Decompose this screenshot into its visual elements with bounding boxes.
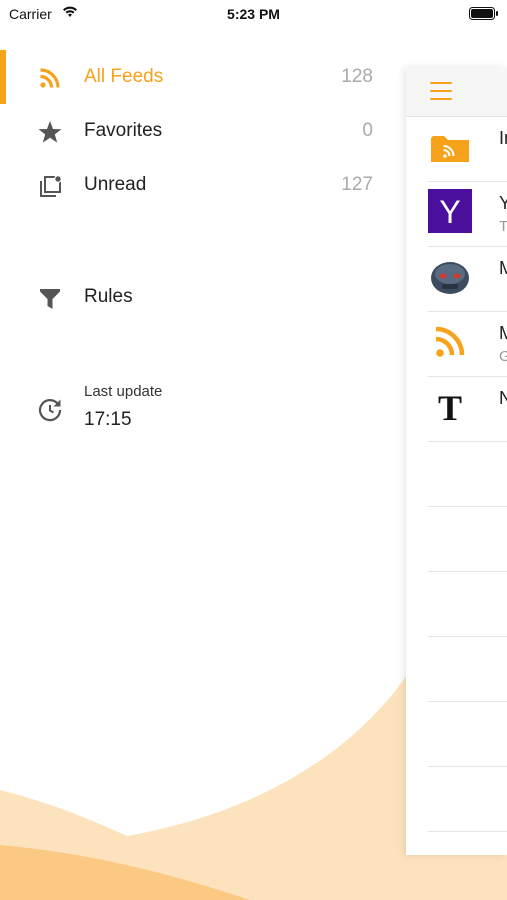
star-icon (38, 121, 62, 143)
all-feeds-label: All Feeds (84, 66, 164, 87)
unread-count: 127 (341, 174, 373, 195)
feed-subtitle: T (499, 218, 507, 235)
feed-title: N (499, 388, 507, 408)
feed-row[interactable]: M G (428, 311, 507, 377)
feed-row[interactable]: T N (428, 376, 507, 442)
filter-icon (40, 289, 60, 309)
last-update-time: 17:15 (84, 409, 132, 430)
feed-row[interactable] (428, 571, 507, 637)
rss-icon (40, 68, 60, 88)
folder-rss-icon (431, 136, 469, 162)
clock-refresh-icon (38, 399, 62, 422)
feed-list-header (406, 68, 507, 117)
status-time: 5:23 PM (227, 6, 280, 22)
menu-item-rules[interactable]: Rules (0, 278, 400, 318)
hamburger-menu-icon[interactable] (430, 82, 452, 100)
svg-text:T: T (438, 388, 462, 428)
menu-item-unread[interactable]: Unread 127 (0, 166, 400, 206)
feed-row[interactable]: Y Y T (428, 181, 507, 247)
svg-text:Y: Y (439, 194, 460, 230)
feed-row[interactable] (428, 506, 507, 572)
feed-row[interactable] (428, 701, 507, 767)
mascot-avatar-icon (431, 262, 469, 294)
feed-row[interactable]: In (428, 116, 507, 182)
feed-title: Y (499, 193, 507, 213)
feed-row[interactable] (428, 636, 507, 702)
feed-row[interactable] (428, 441, 507, 507)
feed-title: In (499, 128, 507, 148)
rss-icon (435, 326, 465, 357)
unread-icon (40, 175, 62, 197)
nyt-logo-icon: T (438, 388, 462, 428)
menu-item-all-feeds[interactable]: All Feeds 128 (0, 58, 400, 98)
favorites-label: Favorites (84, 120, 163, 141)
feed-row[interactable]: M (428, 246, 507, 312)
last-update-label: Last update (84, 383, 163, 400)
yahoo-logo-icon: Y (428, 189, 472, 233)
unread-label: Unread (84, 174, 147, 195)
favorites-count: 0 (362, 120, 373, 141)
menu-item-favorites[interactable]: Favorites 0 (0, 112, 400, 152)
battery-icon (469, 7, 498, 20)
feed-title: M (499, 258, 507, 278)
all-feeds-count: 128 (341, 66, 373, 87)
feed-subtitle: G (499, 348, 507, 365)
feed-row[interactable] (428, 766, 507, 832)
rules-label: Rules (84, 286, 133, 307)
feed-title: M (499, 323, 507, 343)
status-bar: Carrier 5:23 PM (0, 0, 507, 28)
last-update: Last update 17:15 (0, 378, 400, 438)
feed-list-panel: In Y Y T M M G T N (406, 68, 507, 855)
